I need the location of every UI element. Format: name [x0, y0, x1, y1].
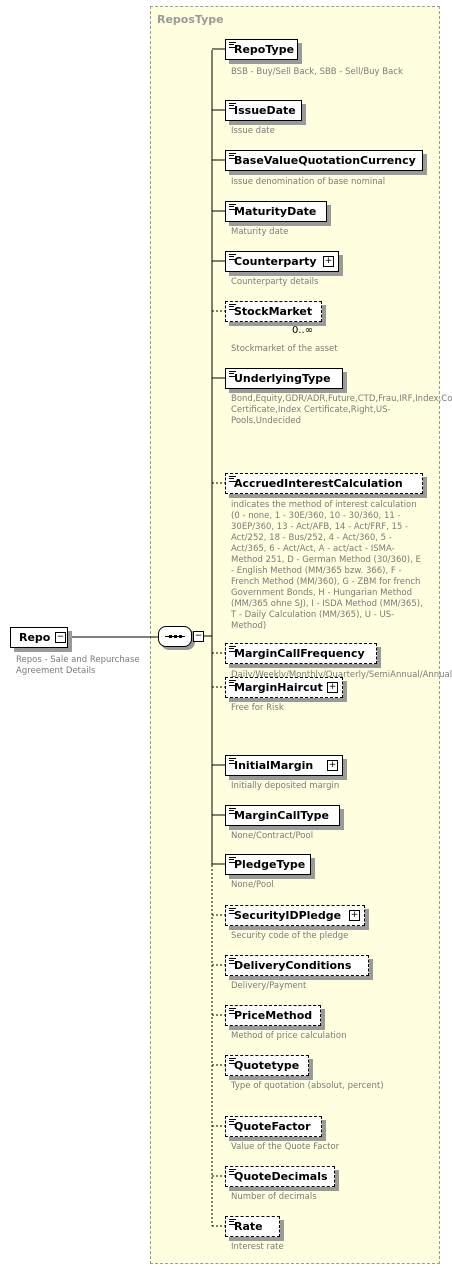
element-label: IssueDate	[234, 104, 296, 117]
collapse-icon[interactable]: −	[55, 632, 66, 643]
element-label: AccruedInterestCalculation	[234, 477, 403, 490]
element-stockmarket[interactable]: StockMarket	[225, 301, 322, 322]
element-description: BSB - Buy/Sell Back, SBB - Sell/Buy Back	[231, 67, 403, 77]
element-underlyingtype[interactable]: UnderlyingType	[225, 368, 343, 389]
element-description: indicates the method of interest calcula…	[231, 500, 423, 631]
element-label: Quotetype	[234, 1059, 300, 1072]
element-tag-icon	[229, 808, 236, 814]
element-description: Issue date	[231, 126, 275, 136]
element-tag-icon	[229, 1169, 236, 1175]
element-description: Value of the Quote Factor	[231, 1142, 340, 1152]
element-tag-icon	[229, 958, 236, 964]
element-deliveryconditions[interactable]: DeliveryConditions	[225, 955, 369, 976]
element-securityidpledge[interactable]: SecurityIDPledge +	[225, 905, 365, 926]
element-label: MaturityDate	[234, 205, 317, 218]
schema-diagram: ReposType Repo − Repos - Sale and Repurc…	[0, 0, 452, 1270]
element-quotetype[interactable]: Quotetype	[225, 1055, 309, 1076]
element-tag-icon	[229, 1219, 236, 1225]
element-description: Bond,Equity,GDR/ADR,Future,CTD,Frau,IRF,…	[231, 394, 452, 426]
element-label: PledgeType	[234, 858, 306, 871]
element-label: PriceMethod	[234, 1009, 313, 1022]
element-tag-icon	[229, 758, 236, 764]
element-tag-icon	[229, 371, 236, 377]
element-description: Initially deposited margin	[231, 781, 340, 791]
expand-icon[interactable]: +	[323, 256, 334, 267]
element-description: Method of price calculation	[231, 1031, 347, 1041]
element-tag-icon	[229, 103, 236, 109]
element-repotype[interactable]: RepoType	[225, 39, 298, 60]
element-pricemethod[interactable]: PriceMethod	[225, 1005, 321, 1026]
element-description: Maturity date	[231, 227, 289, 237]
expand-icon[interactable]: +	[327, 760, 338, 771]
element-tag-icon	[229, 1058, 236, 1064]
collapse-icon[interactable]: −	[193, 631, 204, 642]
element-label: MarginCallFrequency	[234, 647, 365, 660]
element-tag-icon	[229, 254, 236, 260]
element-label: Counterparty	[234, 255, 317, 268]
element-tag-icon	[229, 476, 236, 482]
element-maturitydate[interactable]: MaturityDate	[225, 201, 327, 222]
element-label: StockMarket	[234, 305, 313, 318]
root-element-description: Repos - Sale and Repurchase Agreement De…	[16, 655, 140, 676]
expand-icon[interactable]: +	[327, 682, 338, 693]
element-tag-icon	[229, 857, 236, 863]
element-description: Stockmarket of the asset	[231, 344, 338, 354]
element-label: UnderlyingType	[234, 372, 331, 385]
cardinality-label: 0..∞	[292, 325, 314, 336]
element-tag-icon	[229, 646, 236, 652]
element-description: None/Pool	[231, 880, 274, 890]
element-label: RepoType	[234, 43, 295, 56]
root-element-repo[interactable]: Repo −	[10, 627, 68, 648]
element-description: None/Contract/Pool	[231, 831, 314, 841]
element-tag-icon	[229, 680, 236, 686]
element-label: QuoteFactor	[234, 1120, 311, 1133]
element-rate[interactable]: Rate	[225, 1216, 280, 1237]
expand-icon[interactable]: +	[349, 910, 360, 921]
element-description: Number of decimals	[231, 1192, 317, 1202]
element-description: Issue denomination of base nominal	[231, 177, 386, 187]
element-description: Free for Risk	[231, 703, 284, 713]
element-margincalltype[interactable]: MarginCallType	[225, 805, 340, 826]
element-description: Security code of the pledge	[231, 931, 349, 941]
element-accruedinterestcalculation[interactable]: AccruedInterestCalculation	[225, 473, 423, 494]
element-label: DeliveryConditions	[234, 959, 352, 972]
element-label: MarginCallType	[234, 809, 330, 822]
element-label: MarginHaircut	[234, 681, 323, 694]
element-description: Counterparty details	[231, 277, 319, 287]
sequence-icon	[165, 635, 185, 638]
sequence-compositor[interactable]	[158, 626, 192, 647]
element-tag-icon	[229, 1119, 236, 1125]
element-description: Delivery/Payment	[231, 981, 307, 991]
element-label: BaseValueQuotationCurrency	[234, 154, 416, 167]
element-basevaluequotationcurrency[interactable]: BaseValueQuotationCurrency	[225, 150, 423, 171]
element-margincallfrequency[interactable]: MarginCallFrequency	[225, 643, 377, 664]
element-label: InitialMargin	[234, 759, 314, 772]
element-tag-icon	[229, 908, 236, 914]
element-quotefactor[interactable]: QuoteFactor	[225, 1116, 322, 1137]
element-issuedate[interactable]: IssueDate	[225, 100, 302, 121]
element-counterparty[interactable]: Counterparty +	[225, 251, 339, 272]
element-description: Type of quotation (absolut, percent)	[231, 1081, 384, 1091]
element-tag-icon	[229, 304, 236, 310]
element-initialmargin[interactable]: InitialMargin +	[225, 755, 343, 776]
element-tag-icon	[229, 1008, 236, 1014]
element-label: Rate	[234, 1220, 263, 1233]
element-tag-icon	[229, 153, 236, 159]
element-tag-icon	[229, 204, 236, 210]
element-tag-icon	[229, 42, 236, 48]
element-marginhaircut[interactable]: MarginHaircut +	[225, 677, 343, 698]
root-element-label: Repo	[19, 631, 51, 644]
element-quotedecimals[interactable]: QuoteDecimals	[225, 1166, 335, 1187]
element-label: QuoteDecimals	[234, 1170, 328, 1183]
element-description: Interest rate	[231, 1242, 284, 1252]
element-label: SecurityIDPledge	[234, 909, 342, 922]
element-pledgetype[interactable]: PledgeType	[225, 854, 311, 875]
